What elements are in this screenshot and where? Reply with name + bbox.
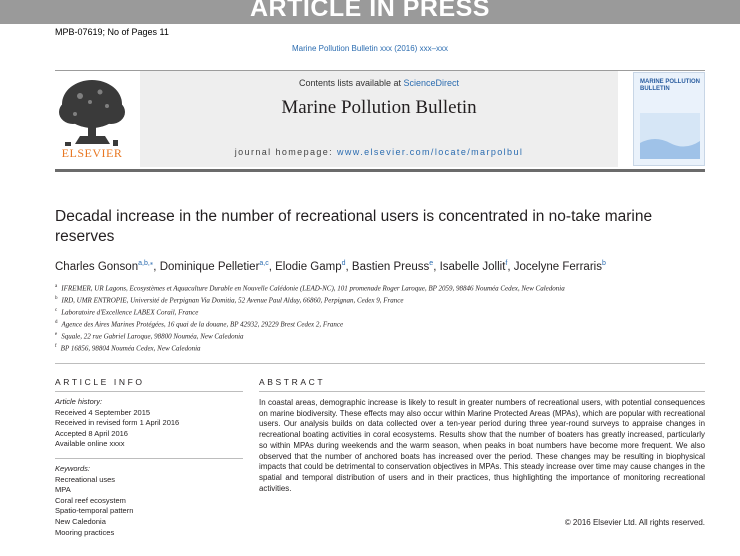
abstract-heading: ABSTRACT [259,377,326,387]
keyword: MPA [55,485,71,495]
cover-art-icon [640,113,700,159]
article-history: Article history: Received 4 September 20… [55,397,243,450]
keyword: Spatio-temporal pattern [55,506,134,516]
citation-link[interactable]: Marine Pollution Bulletin xxx (2016) xxx… [0,44,740,53]
keyword: Coral reef ecosystem [55,495,126,505]
homepage-prefix: journal homepage: [234,147,337,157]
article-info-heading: ARTICLE INFO [55,377,145,387]
keywords-label: Keywords: [55,464,91,473]
affiliation: c Laboratoire d'Excellence LABEX Corail, … [55,307,199,317]
history-item: Received in revised form 1 April 2016 [55,418,180,427]
journal-homepage-line: journal homepage: www.elsevier.com/locat… [140,147,618,157]
affiliation-list: a IFREMER, UR Lagons, Ecosystèmes et Aqua… [55,282,715,354]
history-item: Received 4 September 2015 [55,407,151,417]
keyword: New Caledonia [55,516,106,526]
author[interactable]: Elodie Gampd, [275,260,352,273]
history-label: Article history: [55,397,103,406]
affiliation: f BP 16856, 98804 Nouméa Cedex, New Caled… [55,343,201,352]
journal-cover-thumbnail[interactable]: MARINE POLLUTION BULLETIN [633,72,705,166]
affiliation: b IRD, UMR ENTROPIE, Université de Perpig… [55,295,404,305]
article-in-press-banner: ARTICLE IN PRESS [0,0,740,24]
article-info-rule [55,391,243,392]
author[interactable]: Isabelle Jollitf, [440,260,514,273]
author-affiliation-marker[interactable]: a,b,⁎ [138,260,153,267]
affiliation: d Agence des Aires Marines Protégées, 16 … [55,319,344,329]
banner-text: ARTICLE IN PRESS [250,0,490,22]
author[interactable]: Dominique Pelletiera,c, [160,260,275,273]
affiliation: a IFREMER, UR Lagons, Ecosystèmes et Aqua… [55,284,565,293]
keywords-rule [55,458,243,459]
author-affiliation-marker[interactable]: a,c [259,260,268,267]
keywords-block: Keywords: Recreational uses MPA Coral re… [55,464,243,538]
abstract-text: In coastal areas, demographic increase i… [259,398,705,493]
author[interactable]: Jocelyne Ferrarisb [514,260,606,273]
sciencedirect-link[interactable]: ScienceDirect [404,78,460,88]
contents-list-line: Contents lists available at ScienceDirec… [140,78,618,88]
section-divider [55,363,705,364]
keyword: Mooring practices [55,527,115,537]
header-bottom-rule [55,169,705,172]
author[interactable]: Bastien Preusse, [352,260,440,273]
journal-name: Marine Pollution Bulletin [281,97,477,118]
elsevier-wordmark: ELSEVIER [61,146,123,160]
author[interactable]: Charles Gonsona,b,⁎, [55,260,160,273]
history-item: Available online xxxx [55,439,125,448]
abstract-rule [259,391,705,392]
author-list: Charles Gonsona,b,⁎, Dominique Pelletier… [55,259,715,273]
author-affiliation-marker[interactable]: b [602,260,606,267]
affiliation: e Squale, 22 rue Gabriel Laroque, 98800 N… [55,331,244,341]
cover-title: MARINE POLLUTION BULLETIN [640,79,700,92]
homepage-url-link[interactable]: www.elsevier.com/locate/marpolbul [337,147,523,157]
contents-prefix: Contents lists available at [298,78,404,88]
manuscript-info: MPB-07619; No of Pages 11 [55,27,169,37]
copyright-notice: © 2016 Elsevier Ltd. All rights reserved… [564,518,705,527]
keyword: Recreational uses [55,474,116,484]
article-title: Decadal increase in the number of recrea… [55,208,653,245]
history-item: Accepted 8 April 2016 [55,428,128,438]
